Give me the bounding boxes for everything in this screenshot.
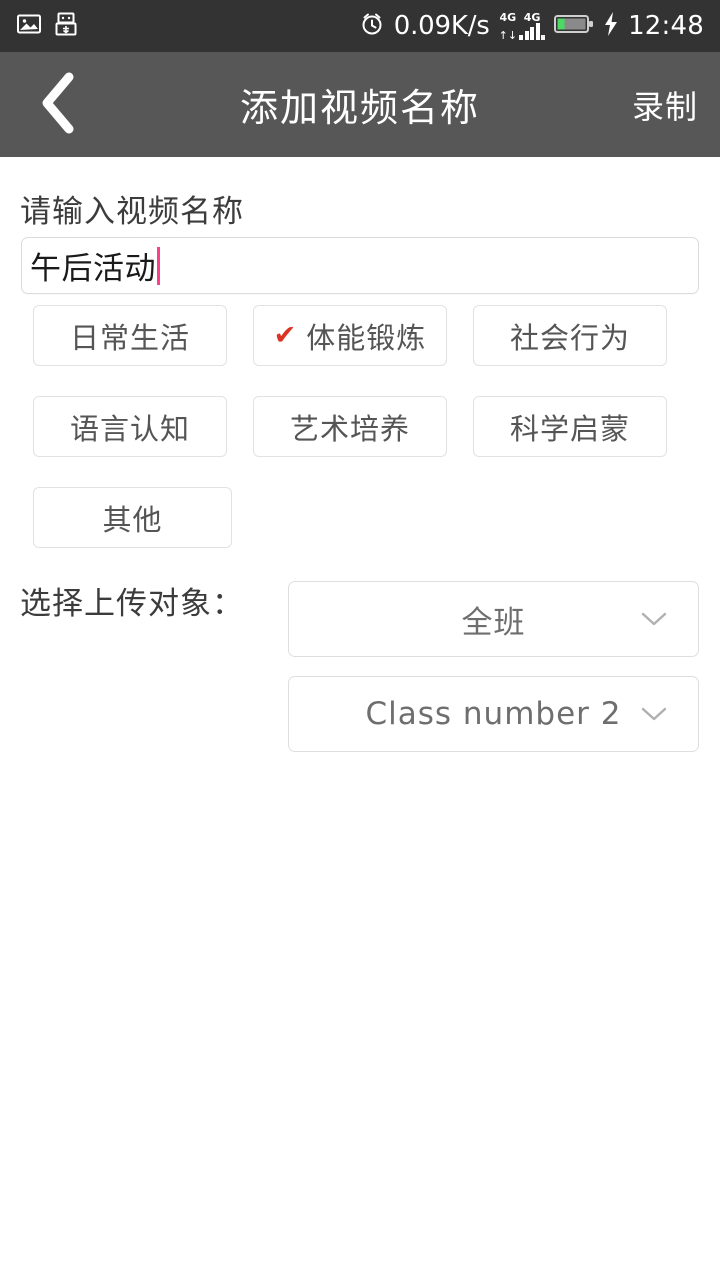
category-row-2: 语言认知 艺术培养 科学启蒙 (33, 396, 693, 457)
network-type-label-1: 4G (499, 10, 517, 24)
text-caret (157, 246, 160, 285)
usb-icon (54, 11, 78, 41)
category-chip-label: 日常生活 (69, 320, 190, 355)
video-name-label: 请输入视频名称 (20, 194, 244, 230)
class-select-dropdown[interactable]: Class number 2 (288, 676, 699, 752)
category-chip-label: 艺术培养 (289, 411, 410, 446)
clock-label: 12:48 (628, 11, 704, 41)
charging-bolt-icon (603, 11, 619, 41)
signal-indicator: 4G ↑↓ 4G (498, 10, 546, 42)
app-bar: 添加视频名称 录制 (0, 52, 720, 157)
data-transfer-arrows-icon: ↑↓ (498, 28, 518, 42)
alarm-icon (359, 11, 385, 41)
signal-bars-icon (519, 22, 546, 40)
category-chip-label: 其他 (102, 502, 163, 537)
video-name-input-value: 午后活动 (30, 251, 156, 287)
class-select-value: Class number 2 (365, 696, 622, 732)
category-chip-art-cultivation[interactable]: 艺术培养 (253, 396, 447, 457)
video-name-input[interactable]: 午后活动 (21, 237, 699, 294)
phone-screen: 0.09K/s 4G ↑↓ 4G 12:48 添加视频名称 录制 请输入视频名称… (0, 0, 720, 1280)
record-button[interactable]: 录制 (632, 52, 698, 157)
signal-sim2: 4G (519, 10, 546, 40)
upload-scope-dropdown[interactable]: 全班 (288, 581, 699, 657)
category-row-3: 其他 (33, 487, 693, 548)
content-area: 请输入视频名称 午后活动 日常生活 ✔ 体能锻炼 社会行为 语言认知 艺术培养 … (0, 157, 720, 1280)
status-bar: 0.09K/s 4G ↑↓ 4G 12:48 (0, 0, 720, 52)
status-bar-right: 0.09K/s 4G ↑↓ 4G 12:48 (359, 11, 704, 41)
category-chip-daily-life[interactable]: 日常生活 (33, 305, 227, 366)
network-type-label-2: 4G (523, 10, 541, 24)
category-chip-science-enlightenment[interactable]: 科学启蒙 (473, 396, 667, 457)
image-icon (16, 11, 42, 41)
category-chip-label: 语言认知 (69, 411, 190, 446)
category-chip-social-behavior[interactable]: 社会行为 (473, 305, 667, 366)
category-chip-other[interactable]: 其他 (33, 487, 232, 548)
battery-icon (554, 13, 594, 39)
category-chip-label: 社会行为 (509, 320, 630, 355)
category-row-1: 日常生活 ✔ 体能锻炼 社会行为 (33, 305, 693, 366)
back-chevron-icon (36, 71, 80, 139)
back-button[interactable] (18, 52, 98, 157)
upload-scope-value: 全班 (461, 604, 526, 641)
status-bar-left-icons (16, 11, 78, 41)
category-chip-physical-exercise[interactable]: ✔ 体能锻炼 (253, 305, 447, 366)
category-chip-language-cognition[interactable]: 语言认知 (33, 396, 227, 457)
category-chip-grid: 日常生活 ✔ 体能锻炼 社会行为 语言认知 艺术培养 科学启蒙 其他 (33, 305, 693, 578)
chevron-down-icon (640, 705, 668, 723)
upload-target-label: 选择上传对象： (20, 586, 244, 622)
chevron-down-icon (640, 610, 668, 628)
signal-sim1: 4G ↑↓ (498, 10, 518, 42)
page-title: 添加视频名称 (239, 86, 480, 130)
check-icon: ✔ (273, 320, 297, 351)
network-speed-label: 0.09K/s (393, 11, 490, 41)
category-chip-label: 体能锻炼 (306, 320, 427, 355)
category-chip-label: 科学启蒙 (509, 411, 630, 446)
